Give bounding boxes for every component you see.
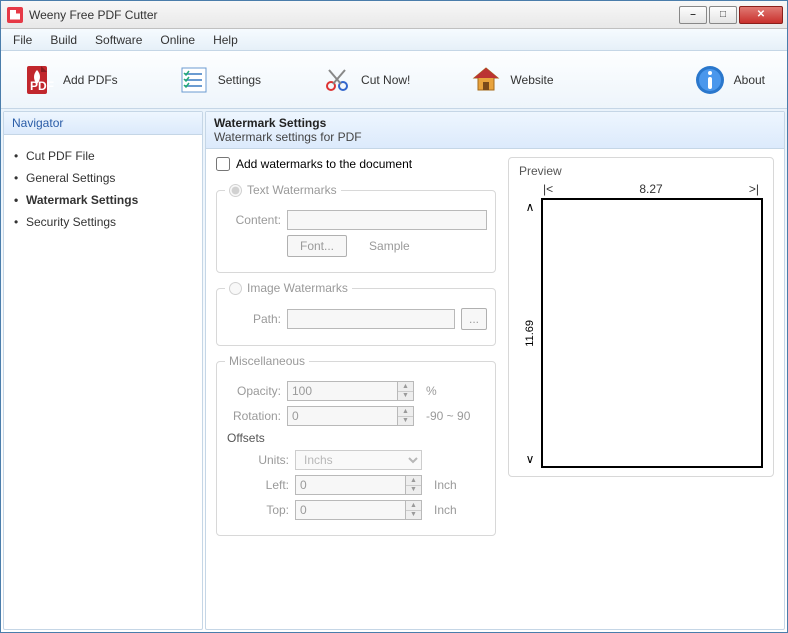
ruler-top-mark: ∧ xyxy=(526,200,535,214)
left-unit: Inch xyxy=(434,478,457,492)
sidebar-title: Navigator xyxy=(4,112,202,135)
svg-text:PDF: PDF xyxy=(30,79,54,93)
about-button[interactable]: About xyxy=(684,60,775,100)
top-spinner[interactable]: ▲▼ xyxy=(405,500,422,520)
path-label: Path: xyxy=(225,312,281,326)
house-icon xyxy=(470,64,502,96)
ruler-left-mark: |< xyxy=(543,182,553,196)
sidebar-item-cut-pdf[interactable]: Cut PDF File xyxy=(10,145,196,167)
app-icon xyxy=(7,7,23,23)
menu-online[interactable]: Online xyxy=(152,31,203,49)
offsets-label: Offsets xyxy=(227,431,487,445)
ruler-right-mark: >| xyxy=(749,182,759,196)
ruler-horizontal: |< 8.27 >| xyxy=(519,182,763,198)
rotation-input[interactable] xyxy=(287,406,397,426)
menu-bar: File Build Software Online Help xyxy=(1,29,787,51)
website-label: Website xyxy=(510,73,553,87)
units-label: Units: xyxy=(237,453,289,467)
image-watermarks-radio[interactable] xyxy=(229,282,242,295)
content-label: Content: xyxy=(225,213,281,227)
left-spinner[interactable]: ▲▼ xyxy=(405,475,422,495)
settings-label: Settings xyxy=(218,73,261,87)
text-watermarks-radio[interactable] xyxy=(229,184,242,197)
add-pdfs-label: Add PDFs xyxy=(63,73,118,87)
close-button[interactable] xyxy=(739,6,783,24)
text-watermarks-group: Text Watermarks Content: Font... Sample xyxy=(216,183,496,273)
rotation-label: Rotation: xyxy=(225,409,281,423)
font-button[interactable]: Font... xyxy=(287,235,347,257)
sidebar-item-general-settings[interactable]: General Settings xyxy=(10,167,196,189)
cut-now-label: Cut Now! xyxy=(361,73,410,87)
maximize-button[interactable] xyxy=(709,6,737,24)
opacity-input[interactable] xyxy=(287,381,397,401)
main-panel: Watermark Settings Watermark settings fo… xyxy=(205,111,785,630)
sample-label: Sample xyxy=(369,239,410,253)
add-watermarks-label: Add watermarks to the document xyxy=(236,157,412,171)
top-unit: Inch xyxy=(434,503,457,517)
opacity-unit: % xyxy=(426,384,437,398)
sidebar: Navigator Cut PDF File General Settings … xyxy=(3,111,203,630)
settings-icon xyxy=(178,64,210,96)
units-select[interactable]: Inchs xyxy=(295,450,422,470)
about-label: About xyxy=(734,73,765,87)
opacity-label: Opacity: xyxy=(225,384,281,398)
website-button[interactable]: Website xyxy=(460,60,563,100)
browse-button[interactable]: ... xyxy=(461,308,487,330)
top-input[interactable] xyxy=(295,500,405,520)
left-label: Left: xyxy=(237,478,289,492)
sidebar-item-watermark-settings[interactable]: Watermark Settings xyxy=(10,189,196,211)
menu-build[interactable]: Build xyxy=(42,31,85,49)
ruler-vertical: ∧ 11.69 ∨ xyxy=(519,198,541,468)
menu-software[interactable]: Software xyxy=(87,31,150,49)
miscellaneous-legend: Miscellaneous xyxy=(225,354,309,368)
page-width: 8.27 xyxy=(553,182,749,196)
pdf-icon: PDF xyxy=(23,64,55,96)
opacity-spinner[interactable]: ▲▼ xyxy=(397,381,414,401)
content-input[interactable] xyxy=(287,210,487,230)
miscellaneous-group: Miscellaneous Opacity: ▲▼ % Rotation: xyxy=(216,354,496,536)
menu-help[interactable]: Help xyxy=(205,31,246,49)
image-watermarks-group: Image Watermarks Path: ... xyxy=(216,281,496,346)
info-icon xyxy=(694,64,726,96)
sidebar-item-security-settings[interactable]: Security Settings xyxy=(10,211,196,233)
minimize-button[interactable] xyxy=(679,6,707,24)
scissors-icon xyxy=(321,64,353,96)
path-input[interactable] xyxy=(287,309,455,329)
titlebar: Weeny Free PDF Cutter xyxy=(1,1,787,29)
cut-now-button[interactable]: Cut Now! xyxy=(311,60,420,100)
rotation-range: -90 ~ 90 xyxy=(426,409,470,423)
ruler-bottom-mark: ∨ xyxy=(526,452,535,466)
toolbar: PDF Add PDFs Settings Cut Now! Website xyxy=(1,51,787,109)
preview-page xyxy=(541,198,763,468)
add-pdfs-button[interactable]: PDF Add PDFs xyxy=(13,60,128,100)
settings-button[interactable]: Settings xyxy=(168,60,271,100)
top-label: Top: xyxy=(237,503,289,517)
preview-group: Preview |< 8.27 >| ∧ 11.69 ∨ xyxy=(508,157,774,477)
menu-file[interactable]: File xyxy=(5,31,40,49)
window-title: Weeny Free PDF Cutter xyxy=(29,8,677,22)
rotation-spinner[interactable]: ▲▼ xyxy=(397,406,414,426)
text-watermarks-legend: Text Watermarks xyxy=(247,183,337,197)
image-watermarks-legend: Image Watermarks xyxy=(247,281,348,295)
left-input[interactable] xyxy=(295,475,405,495)
page-height: 11.69 xyxy=(524,320,536,347)
panel-title: Watermark Settings xyxy=(214,116,776,130)
preview-title: Preview xyxy=(519,164,763,178)
add-watermarks-checkbox[interactable] xyxy=(216,157,230,171)
panel-subtitle: Watermark settings for PDF xyxy=(214,130,776,144)
